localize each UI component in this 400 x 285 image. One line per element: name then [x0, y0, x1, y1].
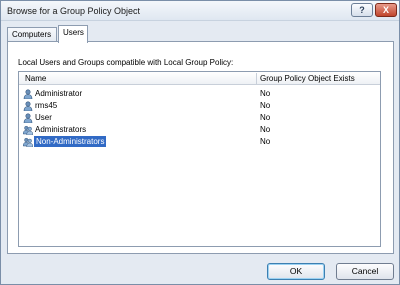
gpo-exists-value: No — [260, 113, 271, 122]
user-icon — [23, 101, 33, 111]
help-button[interactable]: ? — [351, 3, 373, 17]
users-tab-panel: Local Users and Groups compatible with L… — [7, 41, 394, 254]
close-button[interactable]: X — [375, 3, 397, 17]
list-item[interactable]: rms45 No — [19, 100, 380, 112]
user-icon — [23, 89, 33, 99]
group-name: Administrators — [35, 125, 87, 134]
column-header-gpo-exists[interactable]: Group Policy Object Exists — [260, 74, 355, 83]
user-name: rms45 — [35, 101, 58, 110]
list-header: Name Group Policy Object Exists — [19, 72, 380, 85]
ok-button[interactable]: OK — [267, 263, 325, 280]
list-caption: Local Users and Groups compatible with L… — [18, 58, 234, 67]
title-bar[interactable]: Browse for a Group Policy Object ? X — [1, 1, 399, 21]
users-list[interactable]: Name Group Policy Object Exists Administ… — [18, 71, 381, 247]
column-separator[interactable] — [256, 73, 257, 84]
tab-computers[interactable]: Computers — [7, 27, 57, 42]
tab-users[interactable]: Users — [58, 25, 88, 43]
gpo-exists-value: No — [260, 89, 271, 98]
cancel-button[interactable]: Cancel — [336, 263, 394, 280]
list-item[interactable]: Administrators No — [19, 124, 380, 136]
column-header-name[interactable]: Name — [25, 74, 46, 83]
gpo-exists-value: No — [260, 137, 271, 146]
gpo-exists-value: No — [260, 101, 271, 110]
gpo-exists-value: No — [260, 125, 271, 134]
list-item[interactable]: Administrator No — [19, 88, 380, 100]
user-name: Administrator — [35, 89, 83, 98]
list-item[interactable]: User No — [19, 112, 380, 124]
user-name: User — [35, 113, 52, 122]
browse-gpo-dialog: Browse for a Group Policy Object ? X Com… — [0, 0, 400, 285]
group-name: Non-Administrators — [32, 135, 108, 148]
group-icon — [23, 125, 33, 135]
group-icon — [23, 137, 33, 147]
list-item-selected[interactable]: Non-Administrators No — [19, 135, 380, 148]
dialog-title: Browse for a Group Policy Object — [7, 6, 141, 16]
user-icon — [23, 113, 33, 123]
